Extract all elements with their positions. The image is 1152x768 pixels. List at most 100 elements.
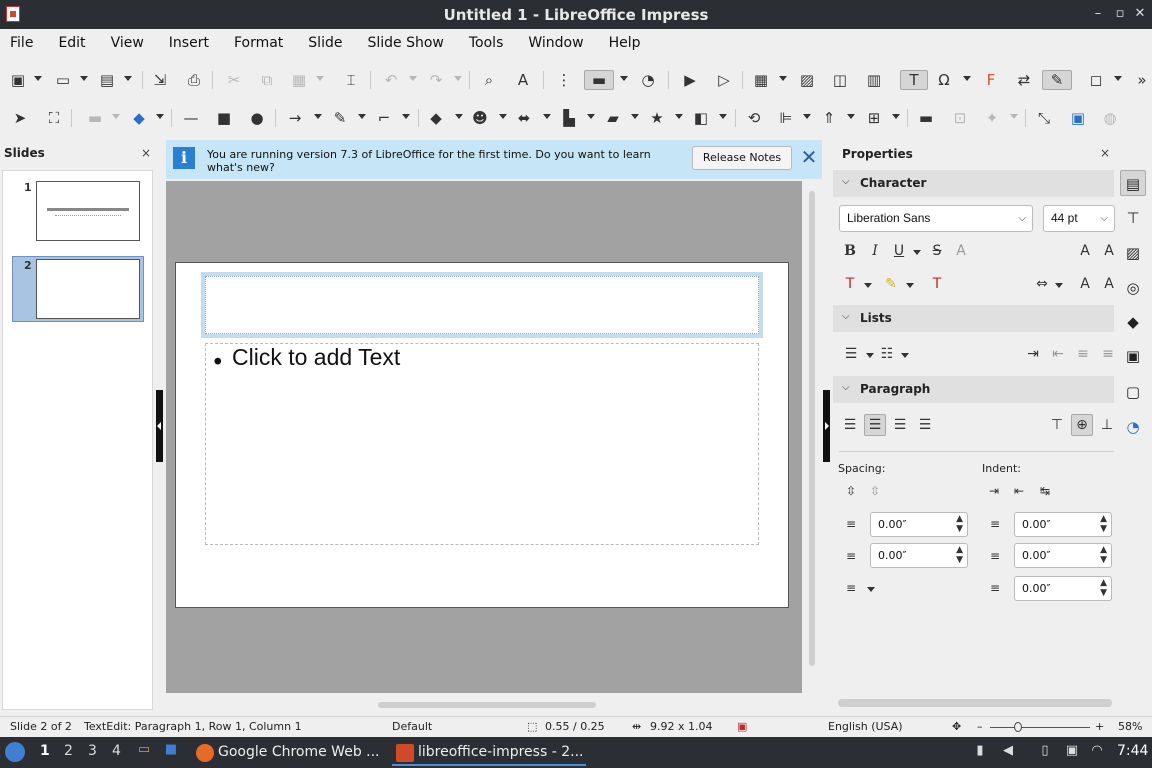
workspace-4[interactable]: 4 bbox=[112, 743, 121, 759]
spelling-icon[interactable]: A bbox=[513, 70, 533, 90]
distribute-dropdown-icon[interactable] bbox=[892, 114, 900, 119]
menu-help[interactable]: Help bbox=[609, 35, 641, 51]
grid-icon[interactable]: ⋮ bbox=[554, 70, 574, 90]
fontwork-icon[interactable]: F bbox=[981, 70, 1001, 90]
font-color-dropdown-icon[interactable] bbox=[864, 283, 872, 288]
connectors-dropdown-icon[interactable] bbox=[402, 114, 410, 119]
ordered-list-icon[interactable]: ☷ bbox=[877, 344, 897, 364]
curves-dropdown-icon[interactable] bbox=[358, 114, 366, 119]
shapes-deck-icon[interactable]: ◆ bbox=[1120, 309, 1146, 335]
toggle-extrusion-icon[interactable]: ▣ bbox=[1068, 108, 1088, 128]
zoom-level[interactable]: 58% bbox=[1118, 720, 1142, 733]
superscript-icon[interactable]: A bbox=[1075, 274, 1095, 294]
properties-scrollbar[interactable] bbox=[838, 699, 1112, 707]
chevron-down-icon[interactable]: ▼ bbox=[956, 555, 963, 565]
indent-decrease-icon[interactable]: ⇤ bbox=[1009, 481, 1029, 501]
block-arrows-dropdown-icon[interactable] bbox=[543, 114, 551, 119]
basic-shapes-dropdown-icon[interactable] bbox=[455, 114, 463, 119]
zoom-slider-knob[interactable] bbox=[1014, 722, 1022, 732]
new-icon[interactable]: ▣ bbox=[8, 70, 28, 90]
open-icon[interactable]: ▭ bbox=[53, 70, 73, 90]
flowchart-icon[interactable]: ▙ bbox=[559, 108, 579, 128]
redo-dropdown-icon[interactable] bbox=[454, 76, 462, 81]
more-tools-icon[interactable]: » bbox=[1132, 70, 1152, 90]
close-icon[interactable]: × bbox=[141, 146, 151, 160]
scroll-thumb[interactable] bbox=[378, 702, 596, 708]
chevron-down-icon[interactable]: ▼ bbox=[1100, 524, 1107, 534]
bold-icon[interactable]: B bbox=[840, 241, 860, 261]
content-placeholder-text[interactable]: Click to add Text bbox=[232, 344, 400, 371]
stars-icon[interactable]: ★ bbox=[647, 108, 667, 128]
move-up-icon[interactable]: ≡ bbox=[1073, 344, 1093, 364]
workspace-1[interactable]: 1 bbox=[40, 743, 50, 759]
menu-edit[interactable]: Edit bbox=[58, 35, 85, 51]
strikethrough-icon[interactable]: S bbox=[927, 241, 947, 261]
hyperlink-icon[interactable]: ⇄ bbox=[1014, 70, 1034, 90]
flowchart-dropdown-icon[interactable] bbox=[587, 114, 595, 119]
fill-color-icon[interactable]: ◆ bbox=[126, 108, 152, 128]
line-color-dropdown-icon[interactable] bbox=[112, 114, 120, 119]
clear-formatting-icon[interactable]: T bbox=[927, 274, 947, 294]
desktop-icon[interactable]: ■ bbox=[163, 742, 179, 760]
menu-slide[interactable]: Slide bbox=[308, 35, 342, 51]
chevron-down-icon[interactable]: ▼ bbox=[1100, 588, 1107, 598]
increase-font-icon[interactable]: A bbox=[1075, 241, 1095, 261]
save-dropdown-icon[interactable] bbox=[124, 76, 132, 81]
cut-icon[interactable]: ✂ bbox=[224, 70, 244, 90]
justify-icon[interactable]: ☰ bbox=[915, 415, 935, 435]
content-placeholder[interactable]: • Click to add Text bbox=[205, 343, 759, 545]
horizontal-scrollbar[interactable] bbox=[166, 698, 802, 712]
clipboard-icon[interactable]: ▮ bbox=[972, 743, 988, 761]
character-section-header[interactable]: ⌵ Character bbox=[833, 170, 1114, 197]
ellipse-icon[interactable]: ● bbox=[247, 108, 267, 128]
decrease-indent-icon[interactable]: ⇤ bbox=[1048, 344, 1068, 364]
font-size-combo[interactable]: 44 pt ⌵ bbox=[1043, 205, 1115, 232]
filter-icon[interactable]: ✦ bbox=[982, 108, 1002, 128]
underline-dropdown-icon[interactable] bbox=[913, 250, 921, 255]
shadow-text-icon[interactable]: A bbox=[951, 241, 971, 261]
character-spacing-icon[interactable]: ⇔ bbox=[1032, 274, 1052, 294]
minimize-icon[interactable]: – bbox=[1089, 5, 1107, 23]
curves-polygons-icon[interactable]: ✎ bbox=[330, 108, 350, 128]
image-icon[interactable]: ▨ bbox=[797, 70, 817, 90]
open-dropdown-icon[interactable] bbox=[80, 76, 88, 81]
close-icon[interactable]: × bbox=[1100, 146, 1110, 160]
crop-icon[interactable]: ⊡ bbox=[950, 108, 970, 128]
align-middle-icon[interactable]: ⊕ bbox=[1071, 414, 1093, 436]
paste-icon[interactable]: ▦ bbox=[289, 70, 309, 90]
align-right-icon[interactable]: ☰ bbox=[890, 415, 910, 435]
start-first-slide-icon[interactable]: ▶ bbox=[680, 70, 700, 90]
insert-comment-icon[interactable]: ◻ bbox=[1086, 70, 1106, 90]
symbol-shapes-icon[interactable]: ☻ bbox=[470, 108, 490, 128]
title-placeholder[interactable] bbox=[201, 272, 763, 338]
line-spacing-dropdown-icon[interactable] bbox=[867, 587, 875, 592]
close-icon[interactable]: ✕ bbox=[800, 146, 818, 168]
lists-section-header[interactable]: ⌵ Lists bbox=[833, 305, 1114, 332]
fit-slide-icon[interactable]: ✥ bbox=[952, 720, 961, 733]
indent-increase-icon[interactable]: ⇥ bbox=[984, 481, 1004, 501]
volume-icon[interactable]: ◀ bbox=[1000, 743, 1016, 761]
paragraph-section-header[interactable]: ⌵ Paragraph bbox=[833, 376, 1114, 403]
undo-icon[interactable]: ↶ bbox=[381, 70, 401, 90]
align-objects-icon[interactable]: ⊫ bbox=[776, 108, 796, 128]
font-color-icon[interactable]: T bbox=[840, 274, 860, 294]
start-menu-icon[interactable] bbox=[5, 742, 25, 762]
character-spacing-dropdown-icon[interactable] bbox=[1055, 283, 1063, 288]
chevron-up-icon[interactable]: ▲ bbox=[956, 514, 963, 524]
rotate-icon[interactable]: ⟲ bbox=[744, 108, 764, 128]
menu-view[interactable]: View bbox=[111, 35, 144, 51]
basic-shapes-icon[interactable]: ◆ bbox=[426, 108, 446, 128]
gallery-deck-icon[interactable]: ▨ bbox=[1120, 240, 1146, 266]
draw-functions-icon[interactable]: ✎ bbox=[1042, 70, 1072, 90]
media-icon[interactable]: ◫ bbox=[830, 70, 850, 90]
slide-canvas[interactable]: • Click to add Text bbox=[175, 262, 789, 608]
callouts-icon[interactable]: ▰ bbox=[603, 108, 623, 128]
block-arrows-icon[interactable]: ⬌ bbox=[514, 108, 534, 128]
master-slides-deck-icon[interactable]: ⊤ bbox=[1120, 205, 1146, 231]
highlight-dropdown-icon[interactable] bbox=[906, 283, 914, 288]
before-text-indent-field[interactable]: 0.00″ ▲ ▼ bbox=[1014, 512, 1112, 537]
filter-dropdown-icon[interactable] bbox=[1010, 114, 1018, 119]
3d-effects-icon[interactable]: ◍ bbox=[1100, 108, 1120, 128]
slide-transition-deck-icon[interactable]: ▣ bbox=[1120, 343, 1146, 369]
after-text-indent-field[interactable]: 0.00″ ▲ ▼ bbox=[1014, 543, 1112, 568]
